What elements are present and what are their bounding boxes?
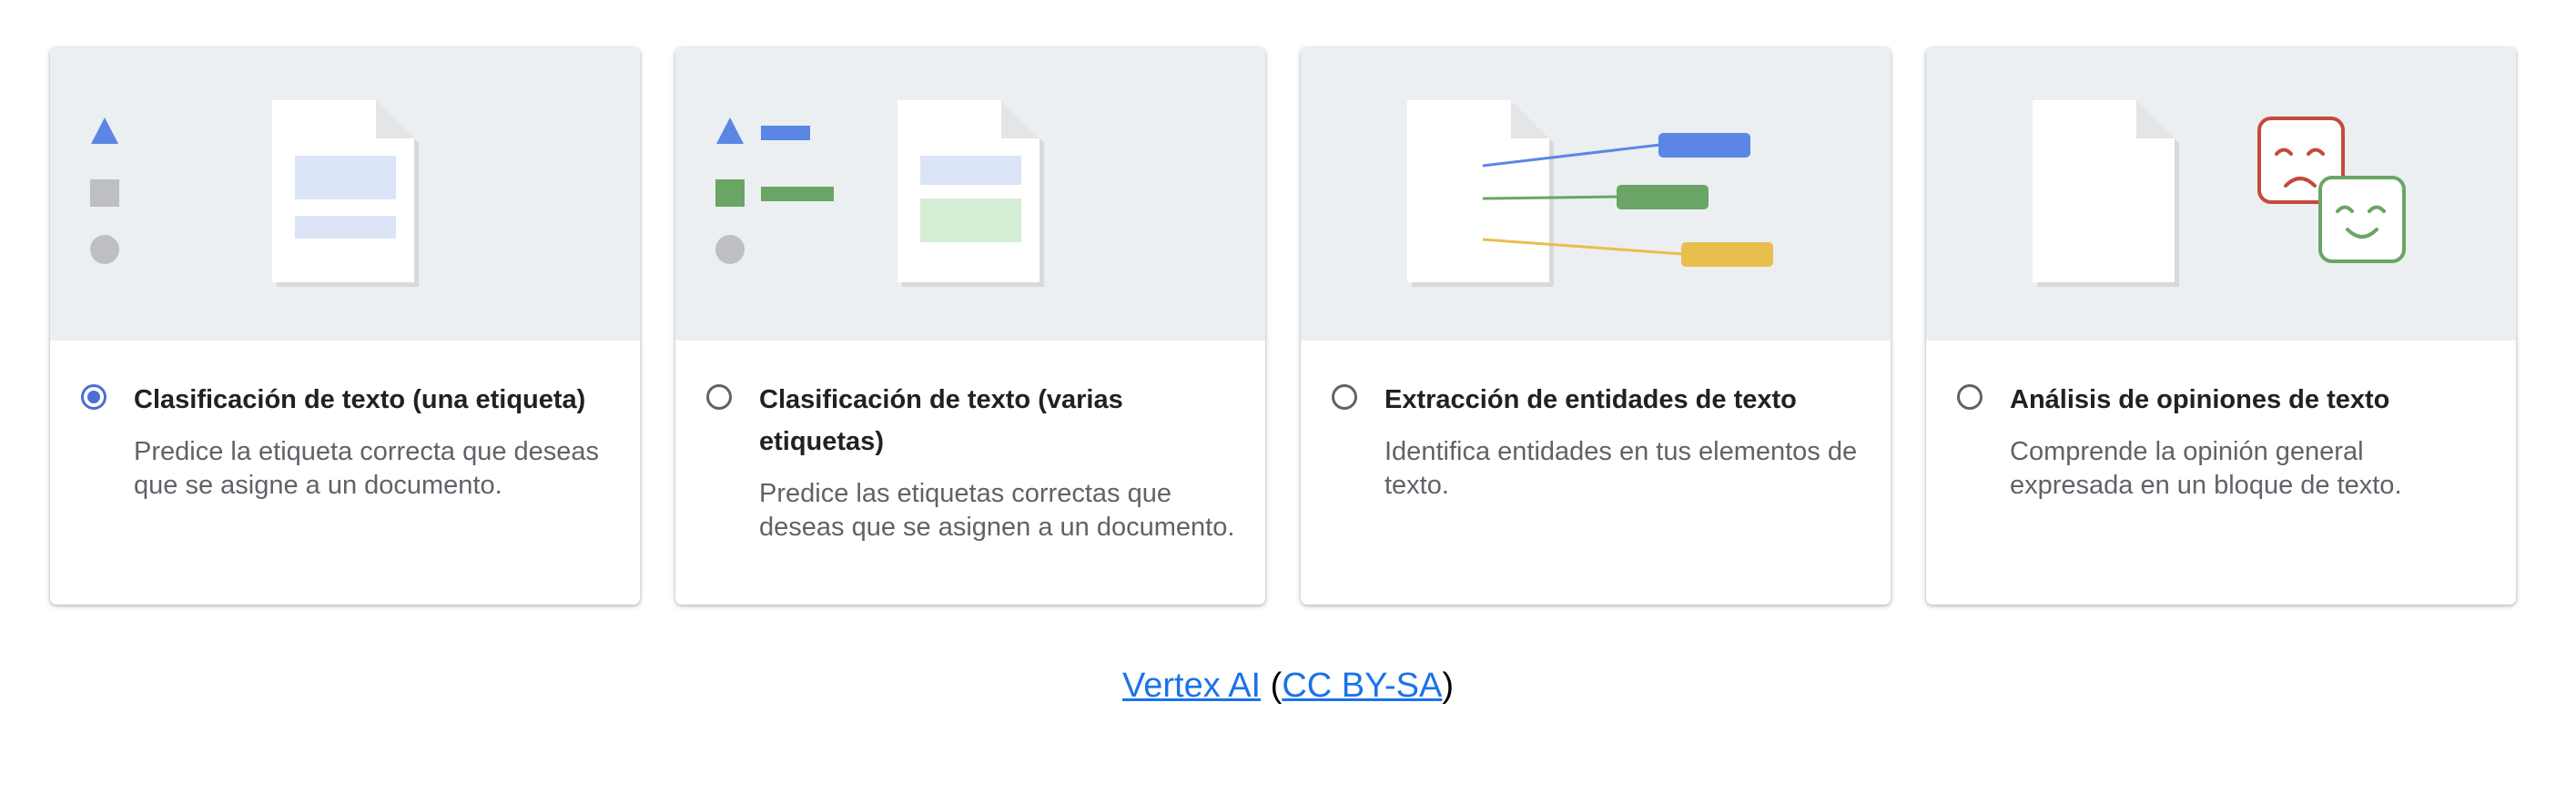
yellow-entity-tag: [1681, 242, 1773, 267]
card-title: Extracción de entidades de texto: [1384, 385, 1797, 414]
card-description: Identifica entidades en tus elementos de…: [1384, 437, 1858, 500]
card-description: Comprende la opinión general expresada e…: [2010, 437, 2402, 500]
radio-selected[interactable]: [81, 384, 106, 410]
entity-extraction-illustration: [1301, 47, 1891, 341]
card-multi-label-classification[interactable]: Clasificación de texto (varias etiquetas…: [675, 47, 1265, 605]
sentiment-illustration: [1926, 47, 2516, 341]
green-label-bar: [761, 187, 834, 201]
card-single-label-classification[interactable]: Clasificación de texto (una etiqueta) Pr…: [50, 47, 640, 605]
multi-label-illustration: [675, 47, 1265, 341]
single-label-illustration: [50, 47, 640, 341]
card-title: Clasificación de texto (varias etiquetas…: [759, 385, 1123, 456]
vertex-ai-link[interactable]: Vertex AI: [1122, 667, 1261, 705]
document-icon: [272, 100, 419, 287]
blue-entity-tag: [1658, 133, 1750, 158]
attribution: Vertex AI (CC BY-SA): [0, 667, 2576, 706]
document-icon: [1407, 100, 1554, 287]
close-paren: ): [1442, 667, 1454, 705]
circle-icon: [715, 235, 745, 264]
radio-unselected[interactable]: [1957, 384, 1983, 410]
task-type-cards: Clasificación de texto (una etiqueta) Pr…: [50, 47, 2516, 605]
document-icon: [898, 100, 1044, 287]
card-title: Clasificación de texto (una etiqueta): [134, 385, 586, 414]
triangle-icon: [91, 117, 118, 144]
open-paren: (: [1270, 667, 1283, 705]
card-title: Análisis de opiniones de texto: [2010, 385, 2390, 414]
card-description: Predice la etiqueta correcta que deseas …: [134, 437, 600, 500]
card-sentiment-analysis[interactable]: Análisis de opiniones de texto Comprende…: [1926, 47, 2516, 605]
triangle-icon: [716, 117, 744, 144]
green-entity-tag: [1617, 185, 1709, 209]
circle-icon: [90, 235, 119, 264]
radio-unselected[interactable]: [706, 384, 732, 410]
document-icon: [2033, 100, 2179, 287]
license-link[interactable]: CC BY-SA: [1282, 667, 1442, 705]
card-description: Predice las etiquetas correctas que dese…: [759, 479, 1235, 542]
radio-unselected[interactable]: [1332, 384, 1357, 410]
card-entity-extraction[interactable]: Extracción de entidades de texto Identif…: [1301, 47, 1891, 605]
happy-face-icon: [2318, 176, 2406, 263]
blue-label-bar: [761, 126, 810, 140]
square-icon: [715, 179, 745, 207]
square-icon: [90, 179, 119, 207]
